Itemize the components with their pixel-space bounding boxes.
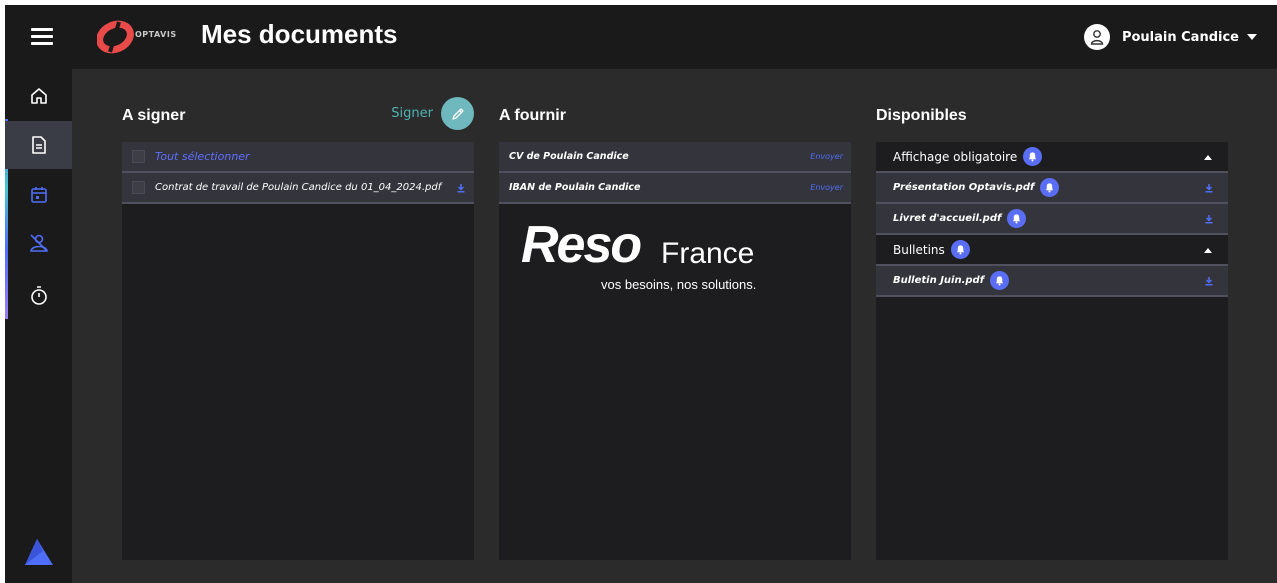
select-all-row[interactable]: Tout sélectionner: [122, 142, 474, 173]
reso-france-watermark: Reso France vos besoins, nos solutions.: [521, 215, 791, 305]
sidebar-item-calendar[interactable]: [5, 171, 72, 219]
bell-icon: [950, 240, 970, 259]
sidebar-item-time[interactable]: [5, 272, 72, 320]
download-icon[interactable]: [1202, 181, 1216, 195]
user-off-icon: [29, 234, 48, 252]
watermark-brand-suffix: France: [661, 237, 755, 270]
menu-icon[interactable]: [31, 28, 53, 46]
download-icon[interactable]: [1202, 212, 1216, 226]
select-all-label: Tout sélectionner: [155, 150, 250, 163]
list-item[interactable]: Bulletin Juin.pdf: [876, 266, 1228, 297]
top-bar: OPTAVIS Mes documents Poulain Candice: [5, 5, 1277, 69]
calendar-icon: [30, 187, 47, 203]
group-header[interactable]: Affichage obligatoire: [876, 142, 1228, 173]
home-icon: [30, 88, 47, 104]
page-title: Mes documents: [201, 19, 398, 49]
document-icon: [31, 136, 46, 154]
sign-button[interactable]: Signer: [391, 97, 474, 130]
bell-icon: [1007, 209, 1027, 228]
user-name: Poulain Candice: [1121, 29, 1239, 45]
optavis-logo: OPTAVIS: [97, 20, 183, 54]
column-title-available: Disponibles: [876, 107, 967, 124]
brand-shape-icon: [25, 539, 53, 565]
provide-panel: CV de Poulain Candice Envoyer IBAN de Po…: [499, 142, 851, 560]
sign-panel: Tout sélectionner Contrat de travail de …: [122, 142, 474, 560]
chevron-up-icon: [1204, 248, 1212, 253]
send-button[interactable]: Envoyer: [810, 152, 843, 161]
file-name: Présentation Optavis.pdf: [893, 182, 1035, 193]
bell-icon: [1023, 147, 1043, 166]
sidebar-item-documents[interactable]: [5, 121, 72, 169]
table-row[interactable]: IBAN de Poulain Candice Envoyer: [499, 173, 851, 204]
avatar: [1083, 24, 1110, 50]
file-name: Bulletin Juin.pdf: [893, 275, 985, 286]
bell-icon: [1040, 178, 1060, 197]
download-icon[interactable]: [454, 181, 468, 195]
group-header[interactable]: Bulletins: [876, 235, 1228, 266]
column-title-provide: A fournir: [499, 107, 566, 124]
user-menu[interactable]: Poulain Candice: [1083, 24, 1257, 50]
sidebar-item-home[interactable]: [5, 72, 72, 120]
user-icon: [1090, 30, 1104, 45]
watermark-tagline: vos besoins, nos solutions.: [601, 277, 757, 292]
download-icon[interactable]: [1202, 274, 1216, 288]
stopwatch-icon: [30, 286, 47, 305]
app-window: OPTAVIS Mes documents Poulain Candice A …: [5, 5, 1277, 583]
list-item[interactable]: Livret d'accueil.pdf: [876, 204, 1228, 235]
file-name: Livret d'accueil.pdf: [893, 213, 1002, 224]
sidebar-item-absence[interactable]: [5, 219, 72, 267]
bell-icon: [990, 271, 1010, 290]
document-name: Contrat de travail de Poulain Candice du…: [155, 182, 442, 193]
select-all-checkbox[interactable]: [132, 150, 145, 163]
send-button[interactable]: Envoyer: [810, 183, 843, 192]
table-row[interactable]: Contrat de travail de Poulain Candice du…: [122, 173, 474, 204]
pen-icon: [441, 97, 474, 130]
column-title-sign: A signer: [122, 107, 186, 124]
list-item[interactable]: Présentation Optavis.pdf: [876, 173, 1228, 204]
chevron-up-icon: [1204, 155, 1212, 160]
sidebar: [5, 69, 72, 583]
group-name: Bulletins: [893, 242, 945, 257]
chevron-down-icon: [1247, 34, 1257, 40]
logo-mark-icon: [97, 20, 134, 54]
document-checkbox[interactable]: [132, 181, 145, 194]
group-name: Affichage obligatoire: [893, 149, 1018, 164]
logo-text: OPTAVIS: [135, 30, 177, 39]
document-name: CV de Poulain Candice: [509, 151, 629, 162]
document-name: IBAN de Poulain Candice: [509, 182, 641, 193]
available-panel: Affichage obligatoire Présentation Optav…: [876, 142, 1228, 560]
watermark-brand: Reso: [521, 216, 642, 274]
table-row[interactable]: CV de Poulain Candice Envoyer: [499, 142, 851, 173]
sign-button-label: Signer: [391, 106, 433, 121]
